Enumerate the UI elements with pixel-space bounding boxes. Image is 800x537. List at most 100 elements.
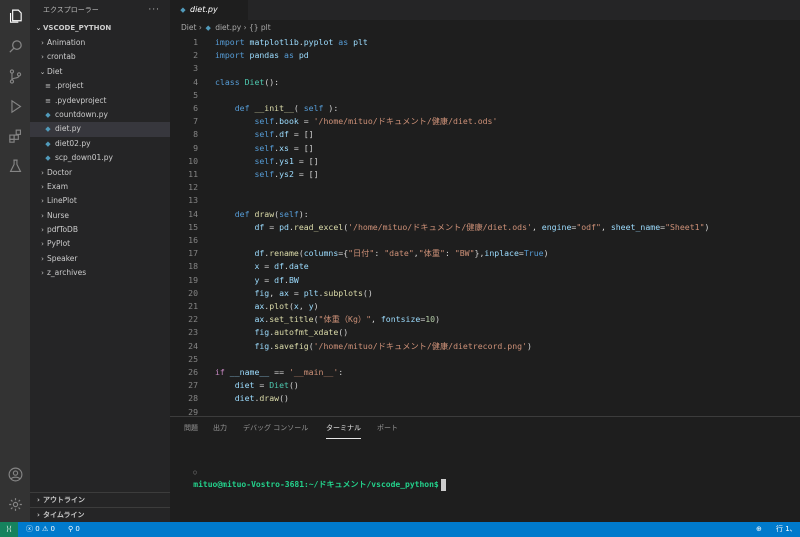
code-line[interactable]: 5 [170,89,800,102]
folder-item[interactable]: › Speaker [30,252,170,266]
folder-item[interactable]: › PyPlot [30,237,170,251]
folder-item[interactable]: › LinePlot [30,194,170,208]
folder-item[interactable]: › crontab [30,50,170,64]
code-line[interactable]: 7 self.book = '/home/mituo/ドキュメント/健康/die… [170,115,800,128]
code-line[interactable]: 28 diet.draw() [170,392,800,405]
code-text: if __name__ == '__main__': [215,367,344,377]
code-text: def __init__( self ): [234,103,339,113]
breadcrumb-file[interactable]: diet.py [215,23,241,32]
cursor-position[interactable]: 行 1、 [776,522,797,537]
chevron-right-icon: › [41,182,44,191]
line-number: 2 [193,50,198,61]
folder-item[interactable]: › Doctor [30,166,170,180]
code-line[interactable]: 22 ax.set_title("体重（Kg）", fontsize=10) [170,313,800,326]
tab-ports[interactable]: ポート [377,423,398,439]
file-item[interactable]: ◆ scp_down01.py [30,151,170,165]
tab-diet-py[interactable]: ◆ diet.py [170,0,248,20]
tree-item-label: diet.py [55,124,81,134]
code-line[interactable]: 26 if __name__ == '__main__': [170,366,800,379]
file-item[interactable]: ≡ .pydevproject [30,94,170,108]
folder-item[interactable]: › pdfToDB [30,223,170,237]
line-number: 23 [188,327,198,338]
code-line[interactable]: 6 def __init__( self ): [170,102,800,115]
file-item[interactable]: ◆ diet02.py [30,137,170,151]
folder-item[interactable]: › Nurse [30,209,170,223]
line-number: 6 [193,103,198,113]
chevron-down-icon: ⌄ [35,24,42,32]
remote-icon[interactable]: ⟩⟨ [0,522,18,537]
code-line[interactable]: 27 diet = Diet() [170,379,800,392]
account-icon[interactable] [5,464,25,484]
code-text: diet = Diet() [234,380,299,391]
search-icon[interactable] [5,36,25,56]
error-count: 0 [35,525,40,533]
file-item[interactable]: ◆ countdown.py [30,108,170,122]
line-number: 27 [188,380,198,391]
code-line[interactable]: 19 y = df.BW [170,274,800,287]
code-line[interactable]: 15 df = pd.read_excel('/home/mituo/ドキュメン… [170,221,800,234]
code-line[interactable]: 4 class Diet(): [170,76,800,89]
run-debug-icon[interactable] [5,96,25,116]
code-line[interactable]: 14 def draw(self): [170,208,800,221]
line-number: 13 [188,195,198,206]
folder-item[interactable]: ⌄ Diet [30,65,170,79]
code-line[interactable]: 2 import pandas as pd [170,49,800,62]
tree-item-label: diet02.py [55,138,91,148]
code-line[interactable]: 8 self.df = [] [170,128,800,141]
tab-label: diet.py [190,5,218,14]
line-number: 15 [188,221,198,232]
code-line[interactable]: 25 [170,353,800,366]
code-line[interactable]: 21 ax.plot(x, y) [170,300,800,313]
code-line[interactable]: 13 [170,194,800,207]
line-number: 22 [188,314,198,325]
tab-output[interactable]: 出力 [213,423,227,439]
code-line[interactable]: 3 [170,62,800,75]
folder-item[interactable]: › z_archives [30,266,170,280]
tab-debug-console[interactable]: デバッグ コンソール [243,423,308,439]
settings-gear-icon[interactable] [5,494,25,514]
code-line[interactable]: 9 self.xs = [] [170,142,800,155]
folder-item[interactable]: › Exam [30,180,170,194]
errors-status[interactable]: ⓧ 0 ⚠ 0 [26,522,55,537]
more-actions-icon[interactable]: ··· [148,0,160,20]
file-item[interactable]: ◆ diet.py [30,122,170,137]
tab-terminal[interactable]: ターミナル [326,423,361,439]
code-text: x = df.date [254,261,309,272]
breadcrumb-symbol[interactable]: {} plt [249,23,271,32]
extensions-icon[interactable] [5,126,25,146]
workspace-root[interactable]: ⌄ VSCODE_PYTHON [30,20,170,36]
line-number: 7 [193,116,198,127]
code-line[interactable]: 12 [170,181,800,194]
code-line[interactable]: 10 self.ys1 = [] [170,155,800,168]
code-line[interactable]: 20 fig, ax = plt.subplots() [170,287,800,300]
testing-icon[interactable] [5,156,25,176]
code-editor[interactable]: 1 import matplotlib.pyplot as plt 2 import … [170,36,800,417]
antenna-icon: ⚲ [68,525,74,533]
code-line[interactable]: 11 self.ys2 = [] [170,168,800,181]
chevron-down-icon: ⌄ [39,67,46,76]
explorer-icon[interactable] [5,6,25,26]
code-line[interactable]: 1 import matplotlib.pyplot as plt [170,36,800,49]
breadcrumb-folder[interactable]: Diet [181,23,196,32]
outline-section[interactable]: › アウトライン [30,492,170,506]
code-line[interactable]: 16 [170,234,800,247]
line-number: 10 [188,155,198,166]
python-file-icon: ◆ [205,24,211,32]
tab-problems[interactable]: 問題 [184,423,198,439]
source-control-icon[interactable] [5,66,25,86]
code-line[interactable]: 23 fig.autofmt_xdate() [170,326,800,339]
ports-status[interactable]: ⚲ 0 [68,522,80,537]
code-line[interactable]: 24 fig.savefig('/home/mituo/ドキュメント/健康/di… [170,340,800,353]
code-line[interactable]: 17 df.rename(columns={"日付": "date","体重":… [170,247,800,260]
tree-item-label: Diet [47,66,63,76]
timeline-section[interactable]: › タイムライン [30,507,170,521]
code-line[interactable]: 18 x = df.date [170,260,800,273]
code-text: ax.plot(x, y) [254,301,319,311]
file-item[interactable]: ≡ .project [30,79,170,93]
line-number: 28 [188,393,198,404]
code-text: fig.autofmt_xdate() [254,327,349,338]
folder-item[interactable]: › Animation [30,36,170,50]
zoom-icon[interactable]: ⊕ [756,522,762,537]
breadcrumb: Diet › ◆ diet.py › {} plt [170,20,800,36]
terminal-output[interactable]: ○ mituo@mituo-Vostro-3681:~/ドキュメント/vscod… [174,455,446,491]
